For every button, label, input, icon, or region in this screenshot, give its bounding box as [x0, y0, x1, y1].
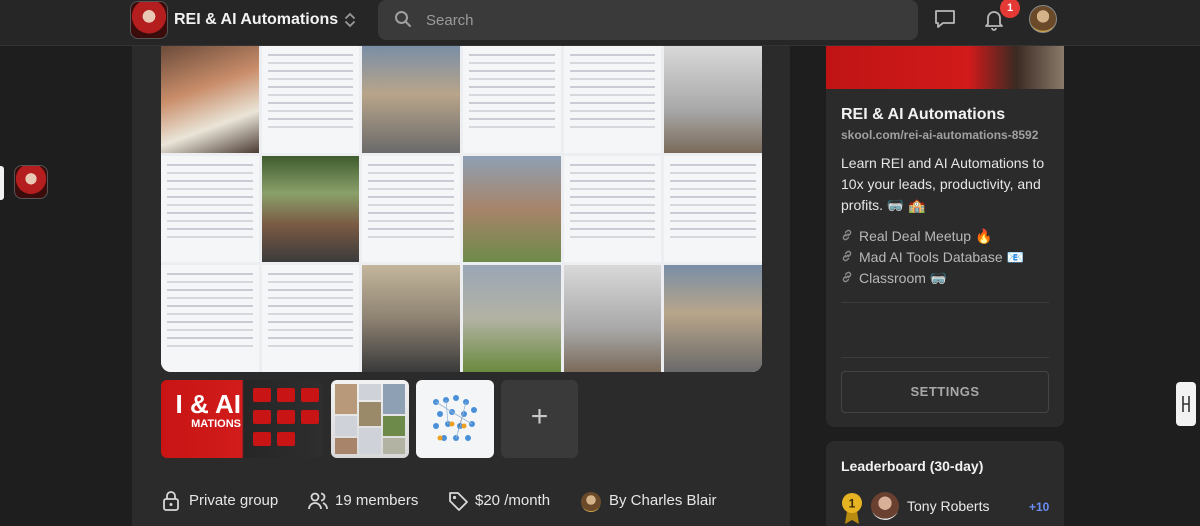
link-icon	[841, 271, 853, 286]
community-url: skool.com/rei-ai-automations-8592	[841, 128, 1039, 142]
leaderboard-card: Leaderboard (30-day) 1 Tony Roberts +10	[826, 441, 1064, 526]
collage-post	[261, 265, 360, 372]
collage-photo	[362, 46, 460, 153]
link-label: Classroom 🥽	[859, 270, 948, 286]
collage-photo	[462, 155, 561, 263]
user-avatar[interactable]	[1029, 5, 1057, 33]
thumb-mini-tile	[277, 388, 295, 402]
collage-photo	[664, 46, 762, 153]
community-name[interactable]: REI & AI Automations	[174, 11, 338, 29]
leaderboard-rank: 1	[849, 497, 856, 511]
collage-post	[563, 155, 662, 263]
link-classroom[interactable]: Classroom 🥽	[841, 270, 947, 290]
gallery-thumb-1[interactable]: I & AI MATIONS	[161, 380, 323, 458]
thumb-mini-tile	[277, 410, 295, 424]
gallery-thumb-3[interactable]	[416, 380, 494, 458]
search-input[interactable]	[426, 0, 896, 40]
hero-image[interactable]	[161, 46, 762, 372]
community-description: Learn REI and AI Automations to 10x your…	[841, 155, 1045, 213]
link-label: Mad AI Tools Database 📧	[859, 249, 1025, 265]
link-icon	[841, 250, 853, 265]
collage-photo	[664, 265, 762, 372]
thumb-mini-tile	[301, 388, 319, 402]
thumb-mini-tile	[253, 410, 271, 424]
collage-post	[563, 46, 662, 153]
privacy-label: Private group	[189, 492, 279, 509]
add-media-button[interactable]: +	[501, 380, 578, 458]
link-real-deal-meetup[interactable]: Real Deal Meetup 🔥	[841, 228, 992, 248]
thumb-mini-tile	[253, 388, 271, 402]
collage-post	[261, 46, 360, 153]
chevron-updown-icon[interactable]	[341, 10, 359, 30]
link-icon	[841, 229, 853, 244]
divider	[841, 302, 1049, 303]
lock-icon	[161, 490, 181, 512]
about-card: I & AI MATIONS + Private group 19 member…	[132, 46, 790, 526]
link-label: Real Deal Meetup 🔥	[859, 228, 993, 244]
leaderboard-points: +10	[1029, 500, 1050, 514]
rail-community-icon[interactable]	[14, 165, 48, 199]
collage-post	[161, 155, 259, 263]
collage-photo	[362, 265, 460, 372]
collage-post	[161, 265, 259, 372]
side-panel-toggle[interactable]	[1176, 382, 1196, 426]
top-bar: REI & AI Automations 1	[0, 0, 1200, 46]
members-count[interactable]: 19 members	[335, 492, 418, 514]
leaderboard-title[interactable]: Leaderboard (30-day)	[841, 458, 983, 474]
hero-collage	[161, 46, 762, 372]
medal-icon: 1	[841, 491, 862, 524]
members-icon	[307, 490, 328, 512]
tag-icon	[447, 490, 468, 512]
collage-photo	[161, 46, 259, 153]
collage-post	[664, 155, 762, 263]
thumb-title: I & AI	[175, 389, 241, 419]
link-mad-ai-tools[interactable]: Mad AI Tools Database 📧	[841, 249, 1024, 269]
community-info-card: REI & AI Automations skool.com/rei-ai-au…	[826, 46, 1064, 427]
community-logo[interactable]	[130, 1, 168, 39]
collage-photo	[462, 265, 561, 372]
community-title: REI & AI Automations	[841, 106, 1006, 123]
thumb-mini-tile	[301, 410, 319, 424]
search-icon	[394, 10, 412, 28]
group-meta-row: Private group 19 members $20 /month By C…	[161, 486, 761, 518]
collage-post	[362, 155, 460, 263]
thumb-subtitle: MATIONS	[191, 418, 241, 430]
owner-avatar[interactable]	[581, 492, 601, 512]
thumb-mini-tile	[277, 432, 295, 446]
divider	[841, 357, 1049, 358]
leaderboard-avatar[interactable]	[871, 492, 899, 520]
owner-name[interactable]: By Charles Blair	[609, 492, 717, 514]
search-bar[interactable]	[378, 0, 918, 40]
collage-photo	[261, 155, 360, 263]
community-cover-image	[826, 46, 1064, 89]
rail-active-indicator	[0, 166, 4, 200]
price-label: $20 /month	[475, 492, 551, 509]
collage-photo	[563, 265, 662, 372]
gallery-thumb-2[interactable]	[331, 380, 409, 458]
chat-icon[interactable]	[933, 8, 957, 30]
collage-post	[462, 46, 561, 153]
leaderboard-name[interactable]: Tony Roberts	[907, 498, 989, 514]
notification-badge[interactable]: 1	[1000, 0, 1020, 18]
settings-button[interactable]: SETTINGS	[841, 371, 1049, 413]
thumb-mini-tile	[253, 432, 271, 446]
